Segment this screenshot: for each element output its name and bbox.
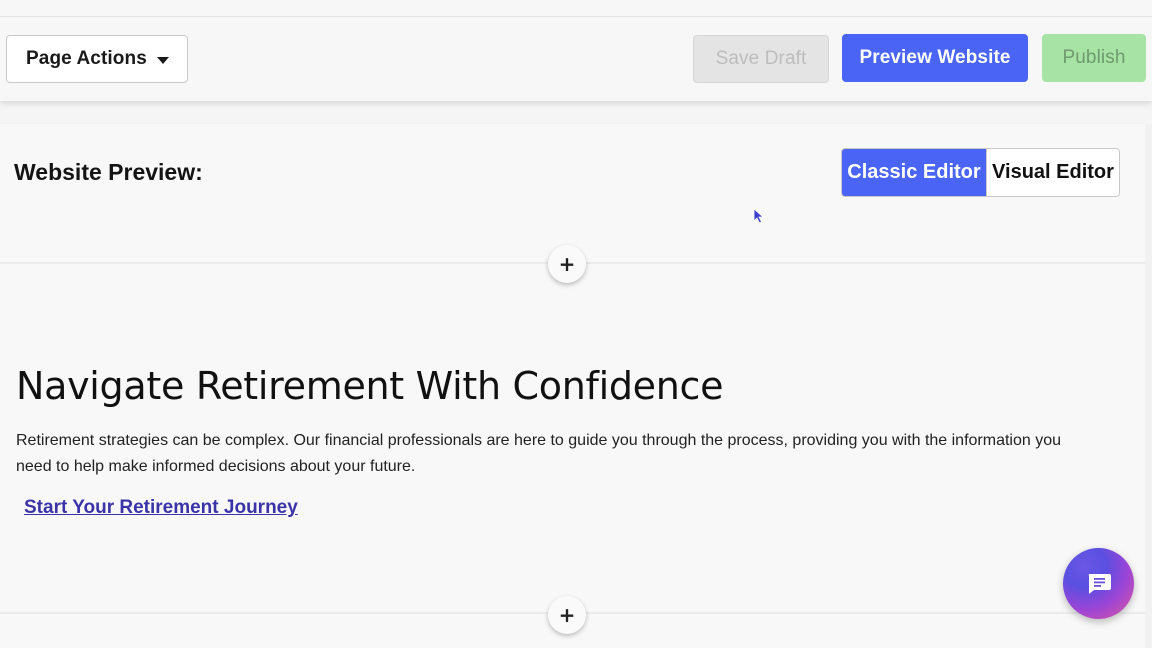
plus-icon: + (558, 252, 576, 276)
mouse-pointer-icon (753, 208, 765, 224)
classic-editor-tab[interactable]: Classic Editor (842, 149, 986, 196)
add-section-button-top[interactable]: + (548, 245, 586, 283)
editor-mode-toggle: Classic Editor Visual Editor (841, 148, 1120, 197)
publish-button[interactable]: Publish (1042, 34, 1146, 82)
top-strip (0, 0, 1152, 17)
page-actions-dropdown[interactable]: Page Actions (6, 35, 188, 83)
page-toolbar: Page Actions Save Draft Preview Website … (0, 17, 1152, 101)
page-right-edge (1145, 124, 1152, 648)
hero-body-text: Retirement strategies can be complex. Ou… (16, 432, 1062, 475)
preview-website-button[interactable]: Preview Website (842, 34, 1028, 82)
website-preview-label: Website Preview: (14, 159, 203, 185)
add-section-button-bottom[interactable]: + (548, 596, 586, 634)
save-draft-button[interactable]: Save Draft (693, 35, 829, 83)
website-preview-canvas: Website Preview: Classic Editor Visual E… (0, 124, 1145, 648)
chevron-down-icon (156, 56, 169, 64)
visual-editor-tab[interactable]: Visual Editor (985, 149, 1119, 196)
page-actions-label: Page Actions (26, 48, 147, 69)
hero-title: Navigate Retirement With Confidence (16, 364, 724, 408)
plus-icon: + (558, 603, 576, 627)
chat-button[interactable] (1063, 548, 1134, 619)
chat-icon (1088, 573, 1111, 594)
start-retirement-journey-link[interactable]: Start Your Retirement Journey (24, 497, 298, 519)
